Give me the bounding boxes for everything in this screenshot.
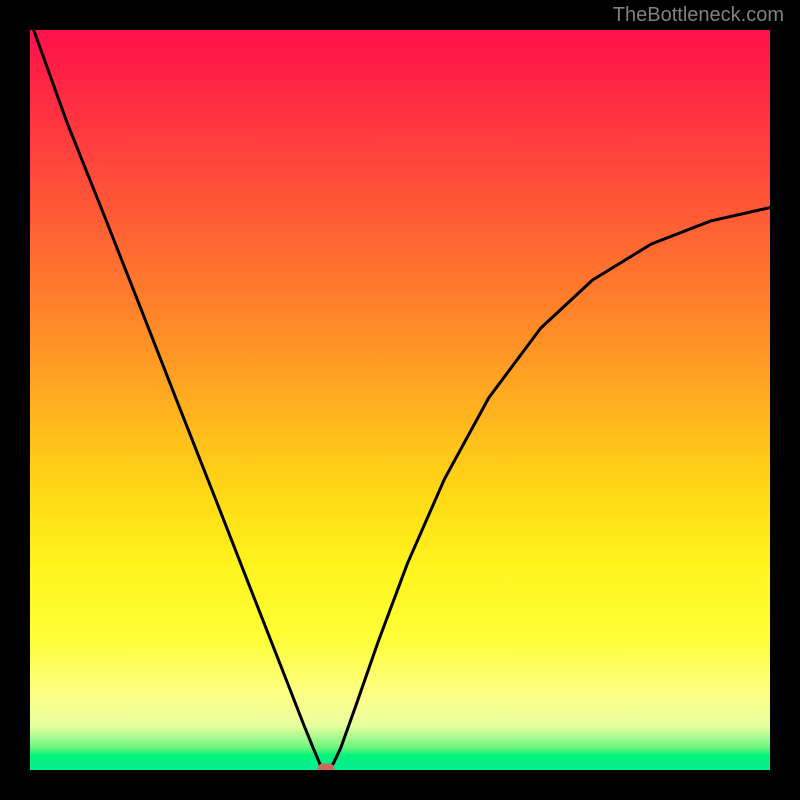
bottleneck-curve <box>34 30 770 769</box>
optimum-marker <box>318 763 335 770</box>
curve-svg <box>30 30 770 770</box>
plot-frame: TheBottleneck.com <box>0 0 800 800</box>
watermark-label: TheBottleneck.com <box>613 4 784 27</box>
plot-area <box>30 30 770 770</box>
